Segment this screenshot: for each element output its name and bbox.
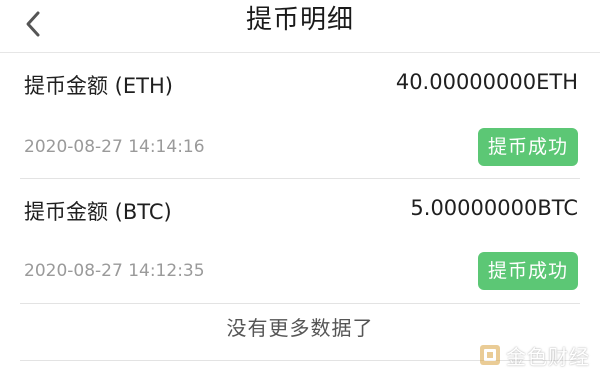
app-header: 提币明细 [0, 0, 600, 53]
withdrawal-record: 提币金额 (ETH) 40.00000000ETH 2020-08-27 14:… [0, 52, 600, 178]
no-more-data-text: 没有更多数据了 [226, 316, 374, 340]
withdrawal-record: 提币金额 (BTC) 5.00000000BTC 2020-08-27 14:1… [0, 179, 600, 303]
record-amount: 40.00000000ETH [395, 70, 578, 94]
brand-logo-icon [480, 345, 500, 365]
status-badge: 提币成功 [478, 128, 578, 166]
record-time: 2020-08-27 14:12:35 [24, 261, 205, 281]
record-label: 提币金额 (BTC) [24, 200, 172, 224]
watermark-text: 金色财经 [506, 344, 590, 369]
status-badge: 提币成功 [478, 252, 578, 290]
divider [20, 303, 580, 304]
record-label: 提币金额 (ETH) [24, 74, 173, 98]
record-amount: 5.00000000BTC [410, 196, 578, 220]
record-time: 2020-08-27 14:14:16 [24, 137, 205, 157]
watermark: 金色财经 [478, 340, 590, 370]
page-title: 提币明细 [245, 5, 354, 35]
withdrawal-details-page: 提币明细 提币金额 (ETH) 40.00000000ETH 2020-08-2… [0, 0, 600, 374]
